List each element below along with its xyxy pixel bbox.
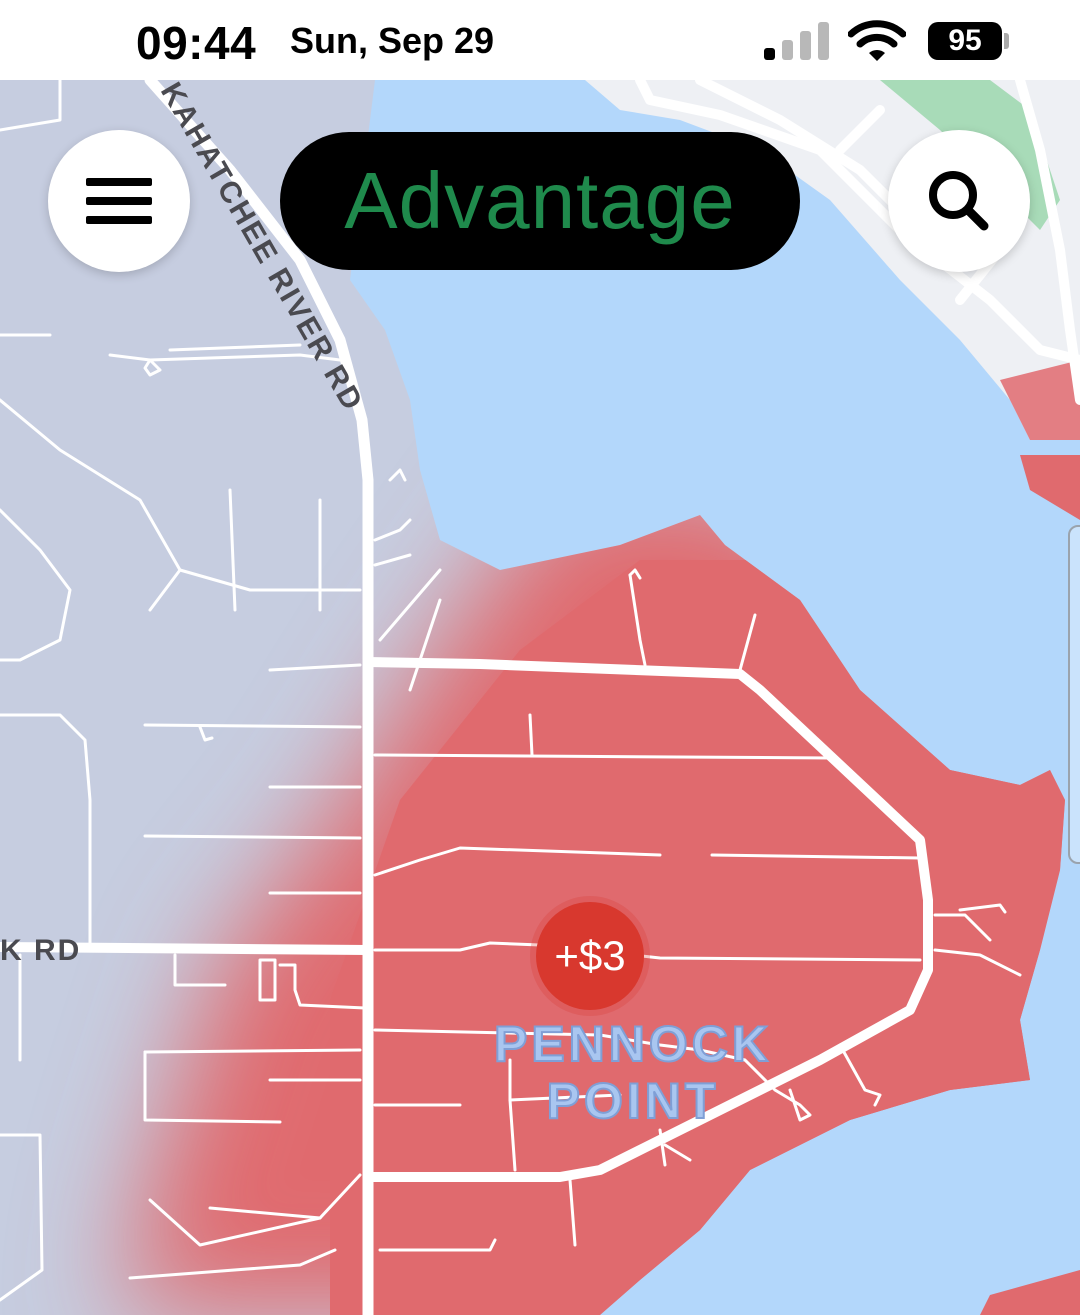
search-button[interactable] <box>888 130 1030 272</box>
advantage-mode-pill[interactable]: Advantage <box>280 132 800 270</box>
surge-price-badge[interactable]: +$3 <box>536 902 644 1010</box>
edge-panel-handle[interactable] <box>1068 525 1080 864</box>
search-icon <box>929 171 989 231</box>
area-label-line1: PENNOCK <box>493 1015 773 1073</box>
status-time: 09:44 <box>136 17 257 69</box>
k-road-label: K RD <box>0 934 81 967</box>
mode-label: Advantage <box>344 156 736 245</box>
menu-button[interactable] <box>48 130 190 272</box>
status-date: Sun, Sep 29 <box>290 20 495 61</box>
cellular-signal-icon <box>764 22 829 60</box>
area-label-line2: POINT <box>546 1072 720 1130</box>
battery-tip <box>1004 33 1009 49</box>
wifi-icon <box>848 20 906 61</box>
battery-indicator: 95 <box>928 22 1002 60</box>
status-bar: 09:44 Sun, Sep 29 95 <box>0 0 1080 80</box>
